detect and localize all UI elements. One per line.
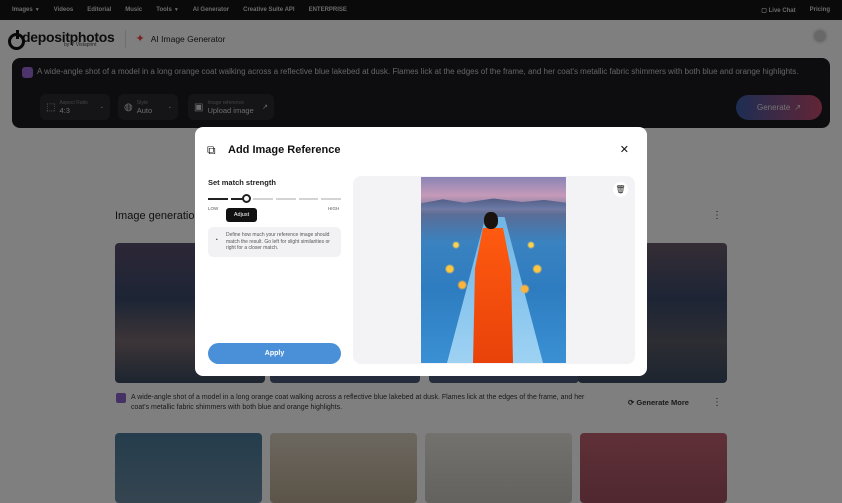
model-coat [473,228,513,363]
trash-icon[interactable]: 🗑 [613,182,628,197]
model-head [484,212,498,229]
match-strength-slider[interactable] [208,198,342,200]
match-strength-label: Set match strength [208,178,276,187]
slider-segment [276,198,296,200]
reference-preview: 🗑 [353,176,635,364]
slider-low-label: LOW [208,206,219,211]
info-box: ◔ Define how much your reference image s… [208,227,341,257]
slider-segment [298,198,319,200]
info-icon: ◔ [214,237,219,244]
apply-button[interactable]: Apply [208,343,341,364]
slider-segment [321,198,342,200]
slider-segment [208,198,228,200]
close-icon[interactable]: ✕ [620,143,629,156]
slider-high-label: HIGH [328,206,340,211]
modal-title: Add Image Reference [228,144,341,156]
mountains [421,198,566,209]
reference-image [421,177,566,363]
adjust-tooltip: Adjust [226,208,257,222]
slider-segment [253,198,274,200]
image-reference-icon: ⧉ [207,143,216,157]
add-image-reference-modal: ⧉ Add Image Reference ✕ Set match streng… [195,127,647,376]
slider-thumb[interactable] [242,194,251,203]
